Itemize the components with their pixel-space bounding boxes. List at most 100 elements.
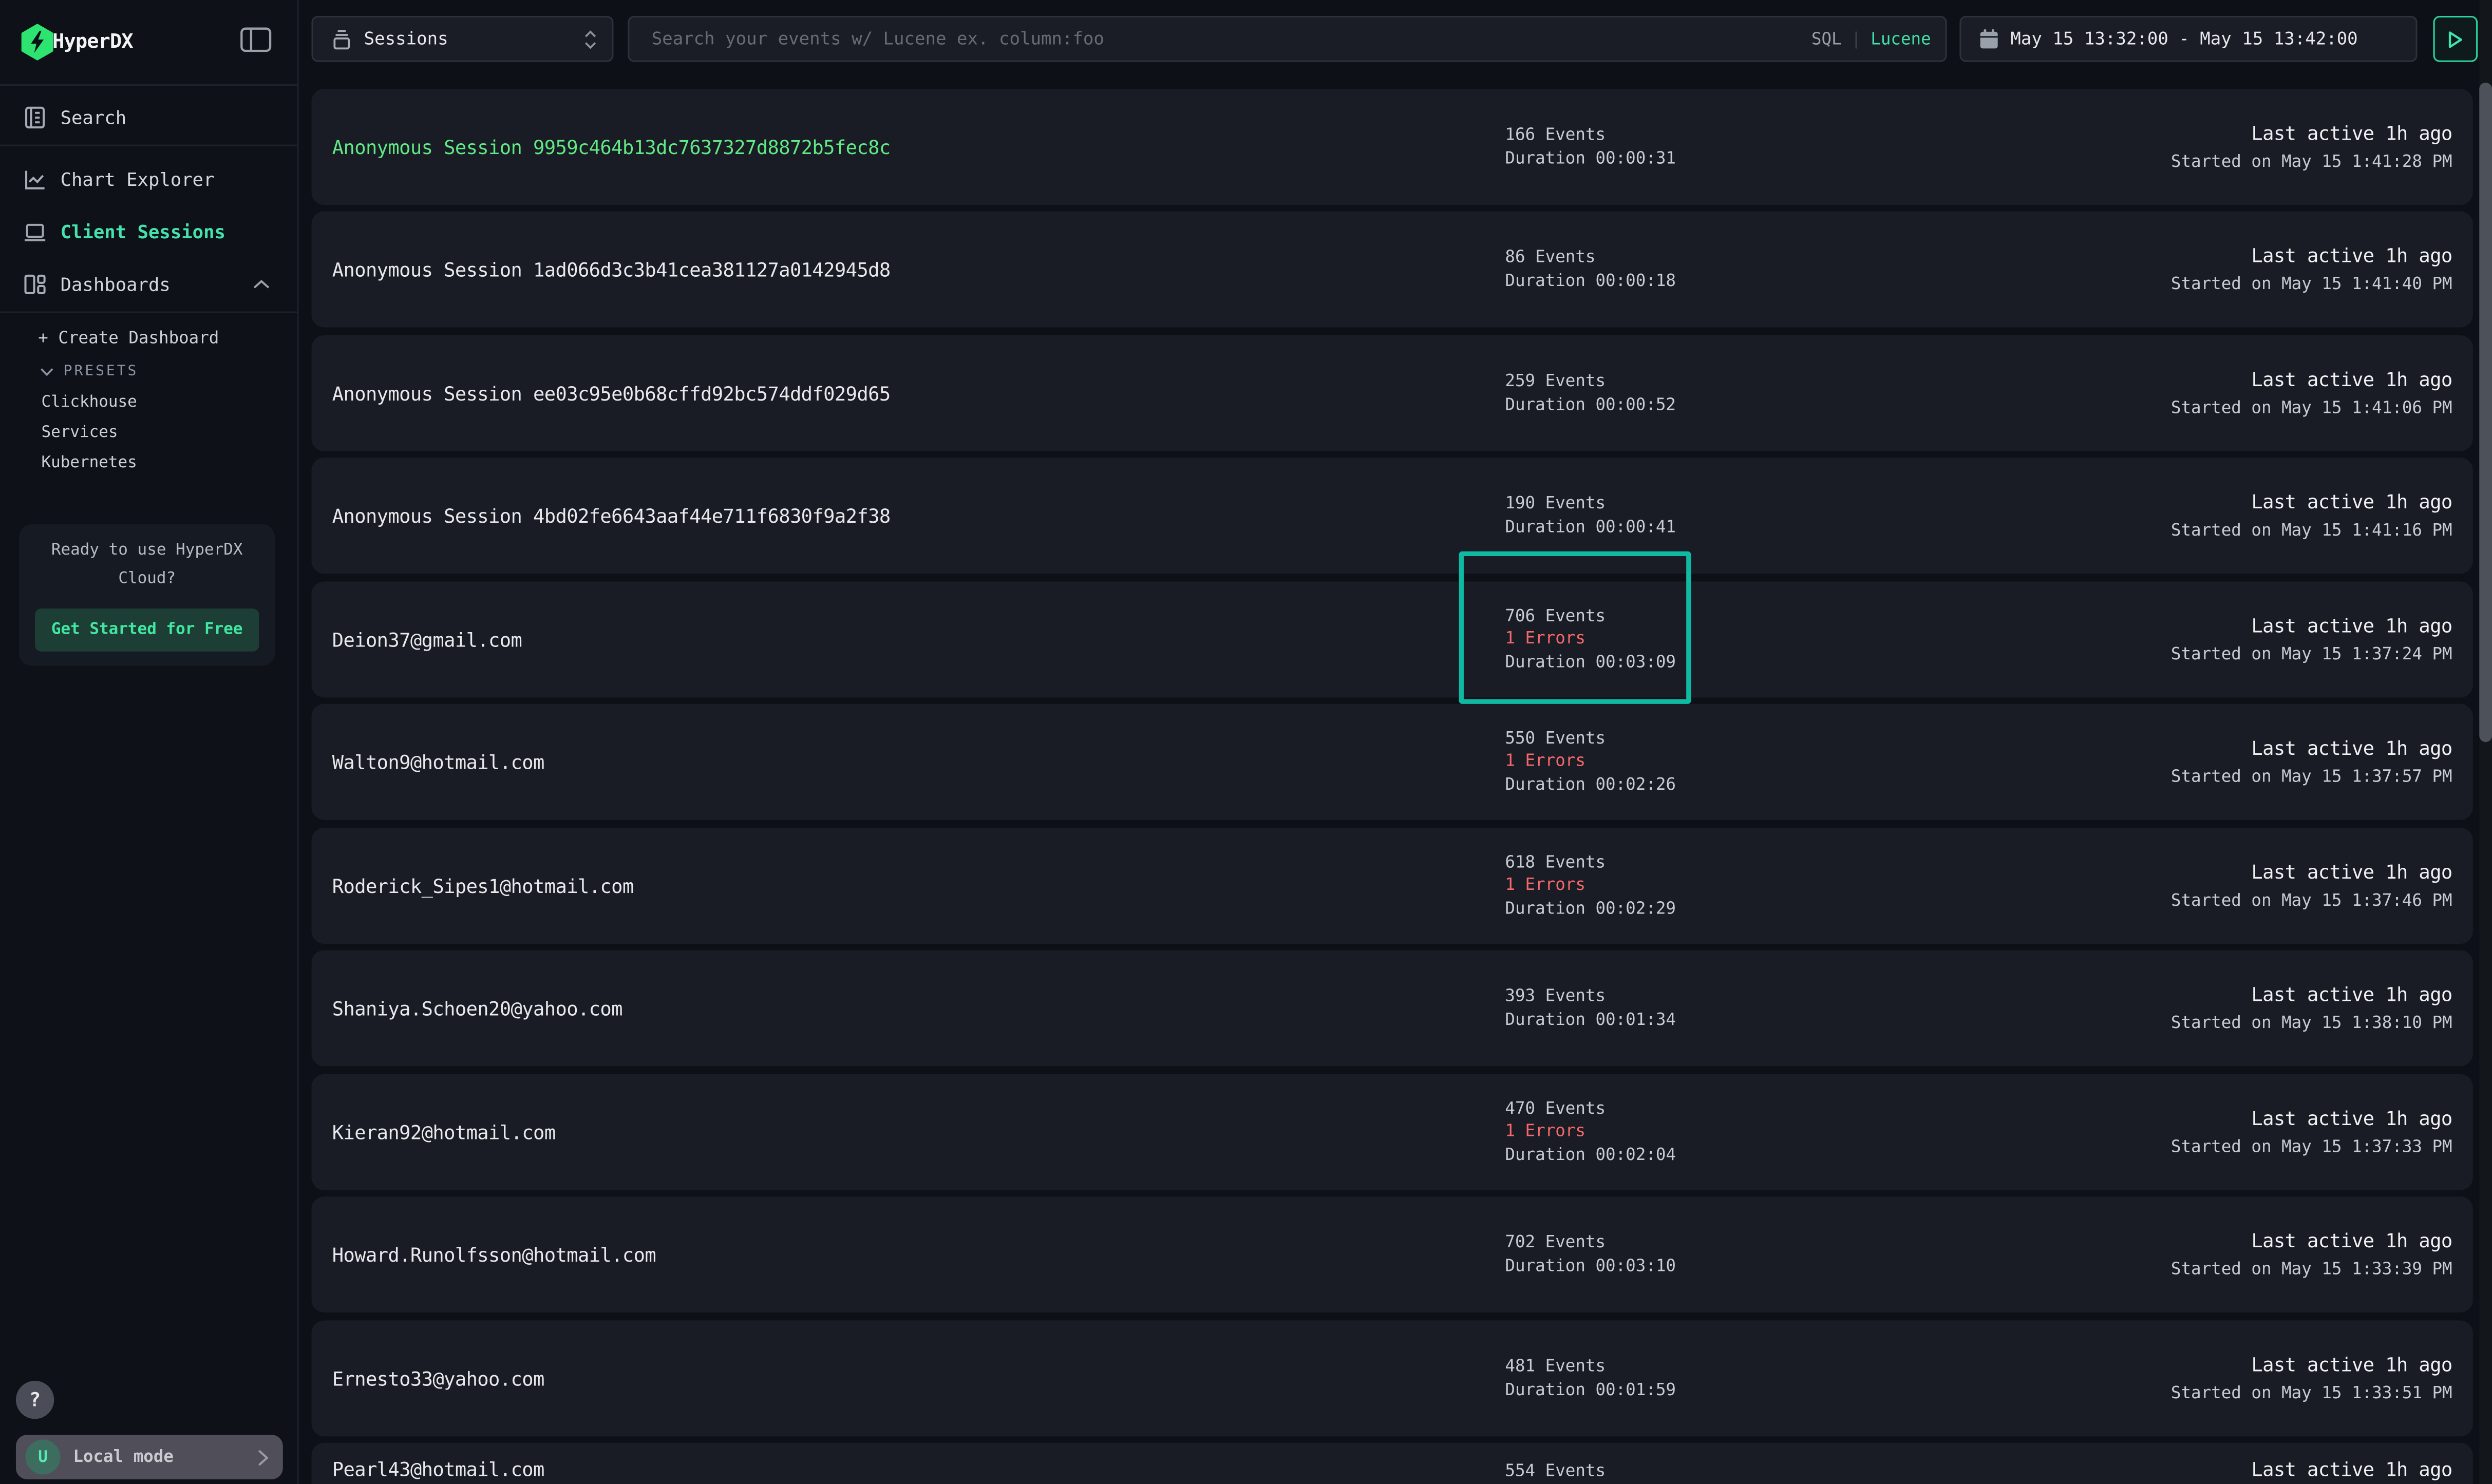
- lucene-toggle[interactable]: Lucene: [1871, 29, 1931, 48]
- chevron-up-icon[interactable]: [253, 278, 270, 290]
- cloud-promo-card: Ready to use HyperDX Cloud? Get Started …: [19, 524, 275, 665]
- session-row[interactable]: Kieran92@hotmail.com 470 Events 1 Errors…: [312, 1074, 2473, 1190]
- session-started: Started on May 15 1:33:39 PM: [2171, 1260, 2452, 1281]
- session-duration: Duration 00:00:52: [1505, 393, 1676, 416]
- session-errors-count: 1 Errors: [1505, 750, 1676, 773]
- sql-toggle[interactable]: SQL: [1811, 29, 1842, 48]
- session-started: Started on May 15 1:41:28 PM: [2171, 153, 2452, 173]
- toggle-separator: |: [1851, 29, 1861, 48]
- session-last-active: Last active 1h ago: [2251, 367, 2452, 393]
- session-row[interactable]: Anonymous Session 9959c464b13dc7637327d8…: [312, 89, 2473, 205]
- divider: [0, 312, 297, 313]
- session-times: Last active 1h ago Started on May 15 1:4…: [2171, 335, 2452, 451]
- preset-kubernetes[interactable]: Kubernetes: [41, 454, 137, 472]
- session-stats: 554 Events: [1505, 1443, 1606, 1484]
- session-row[interactable]: Shaniya.Schoen20@yahoo.com 393 Events Du…: [312, 950, 2473, 1066]
- session-row[interactable]: Pearl43@hotmail.com 554 Events Last acti…: [312, 1443, 2473, 1484]
- presets-label: PRESETS: [64, 364, 139, 380]
- session-events-count: 166 Events: [1505, 124, 1676, 147]
- local-mode-label: Local mode: [73, 1435, 174, 1479]
- session-name: Pearl43@hotmail.com: [332, 1443, 544, 1484]
- sidebar-item-dashboards[interactable]: Dashboards: [0, 257, 296, 310]
- session-name: Anonymous Session 4bd02fe6643aaf44e711f6…: [332, 458, 891, 574]
- session-last-active: Last active 1h ago: [2251, 1457, 2452, 1483]
- app-title: HyperDX: [52, 29, 133, 52]
- user-avatar: U: [26, 1440, 61, 1475]
- session-events-count: 470 Events: [1505, 1097, 1676, 1120]
- session-started: Started on May 15 1:37:57 PM: [2171, 768, 2452, 788]
- session-last-active: Last active 1h ago: [2251, 1352, 2452, 1378]
- session-events-count: 481 Events: [1505, 1356, 1676, 1379]
- get-started-button[interactable]: Get Started for Free: [35, 608, 259, 652]
- session-stats: 470 Events 1 Errors Duration 00:02:04: [1505, 1074, 1676, 1190]
- search-input[interactable]: [629, 17, 1945, 61]
- session-events-count: 702 Events: [1505, 1231, 1676, 1254]
- session-errors-count: 1 Errors: [1505, 1120, 1676, 1144]
- session-times: Last active 1h ago Started on May 15 1:3…: [2171, 828, 2452, 944]
- session-row[interactable]: Deion37@gmail.com 706 Events 1 Errors Du…: [312, 582, 2473, 698]
- sidebar-collapse-icon[interactable]: [240, 27, 275, 56]
- session-times: Last active 1h ago Started on May 15 1:3…: [2171, 1320, 2452, 1436]
- session-last-active: Last active 1h ago: [2251, 1228, 2452, 1254]
- session-name: Roderick_Sipes1@hotmail.com: [332, 828, 634, 944]
- line-chart-icon: [22, 166, 48, 192]
- session-errors-count: 1 Errors: [1505, 874, 1676, 898]
- session-times: Last active 1h ago Started on May 15 1:4…: [2171, 212, 2452, 328]
- scrollbar-thumb[interactable]: [2479, 83, 2492, 742]
- sidebar-item-client-sessions[interactable]: Client Sessions: [0, 205, 296, 257]
- session-duration: Duration 00:00:18: [1505, 270, 1676, 293]
- chevron-down-icon: [40, 367, 54, 377]
- session-row[interactable]: Walton9@hotmail.com 550 Events 1 Errors …: [312, 704, 2473, 820]
- local-mode-menu[interactable]: U Local mode: [16, 1435, 283, 1479]
- sidebar-item-label: Client Sessions: [61, 220, 225, 242]
- sidebar-item-search[interactable]: Search: [0, 90, 296, 143]
- source-select[interactable]: Sessions: [312, 16, 614, 62]
- preset-clickhouse[interactable]: Clickhouse: [41, 394, 137, 411]
- run-query-button[interactable]: [2433, 16, 2478, 62]
- database-icon: [331, 29, 353, 51]
- session-row[interactable]: Anonymous Session 4bd02fe6643aaf44e711f6…: [312, 458, 2473, 574]
- create-dashboard-button[interactable]: + Create Dashboard: [38, 329, 219, 348]
- session-stats: 393 Events Duration 00:01:34: [1505, 950, 1676, 1066]
- sidebar-item-label: Chart Explorer: [61, 167, 215, 189]
- session-stats: 481 Events Duration 00:01:59: [1505, 1320, 1676, 1436]
- session-events-count: 618 Events: [1505, 851, 1676, 874]
- sidebar-item-chart-explorer[interactable]: Chart Explorer: [0, 153, 296, 205]
- session-last-active: Last active 1h ago: [2251, 489, 2452, 515]
- session-name: Anonymous Session 1ad066d3c3b41cea381127…: [332, 212, 891, 328]
- session-row[interactable]: Roderick_Sipes1@hotmail.com 618 Events 1…: [312, 828, 2473, 944]
- session-stats: 618 Events 1 Errors Duration 00:02:29: [1505, 828, 1676, 944]
- session-name: Walton9@hotmail.com: [332, 704, 544, 820]
- source-select-value: Sessions: [364, 17, 448, 61]
- session-times: Last active 1h ago Started on May 15 1:3…: [2171, 950, 2452, 1066]
- session-stats: 190 Events Duration 00:00:41: [1505, 458, 1676, 574]
- preset-services[interactable]: Services: [41, 424, 118, 442]
- session-started: Started on May 15 1:37:33 PM: [2171, 1138, 2452, 1158]
- session-last-active: Last active 1h ago: [2251, 613, 2452, 639]
- time-range-value: May 15 13:32:00 - May 15 13:42:00: [2010, 17, 2357, 61]
- layout-grid-icon: [22, 271, 48, 297]
- session-times: Last active 1h ago Started on May 15 1:3…: [2171, 1074, 2452, 1190]
- session-events-count: 86 Events: [1505, 246, 1676, 270]
- session-row[interactable]: Howard.Runolfsson@hotmail.com 702 Events…: [312, 1196, 2473, 1312]
- time-range-picker[interactable]: May 15 13:32:00 - May 15 13:42:00: [1959, 16, 2417, 62]
- session-times: Last active 1h ago Started on May 15 1:3…: [2171, 582, 2452, 698]
- session-times: Last active 1h ago Started on May 15 1:3…: [2171, 1196, 2452, 1312]
- laptop-icon: [22, 218, 48, 244]
- session-stats: 259 Events Duration 00:00:52: [1505, 335, 1676, 451]
- session-last-active: Last active 1h ago: [2251, 736, 2452, 762]
- session-row[interactable]: Ernesto33@yahoo.com 481 Events Duration …: [312, 1320, 2473, 1436]
- divider: [0, 145, 297, 146]
- presets-toggle[interactable]: PRESETS: [40, 364, 138, 380]
- app-logo[interactable]: HyperDX: [0, 0, 297, 83]
- help-button[interactable]: ?: [16, 1381, 54, 1419]
- session-last-active: Last active 1h ago: [2251, 860, 2452, 885]
- session-row[interactable]: Anonymous Session ee03c95e0b68cffd92bc57…: [312, 335, 2473, 451]
- session-started: Started on May 15 1:41:16 PM: [2171, 521, 2452, 542]
- session-times: Last active 1h ago Started on May 15 1:4…: [2171, 458, 2452, 574]
- session-stats: 166 Events Duration 00:00:31: [1505, 89, 1676, 205]
- session-duration: Duration 00:02:04: [1505, 1144, 1676, 1167]
- session-row[interactable]: Anonymous Session 1ad066d3c3b41cea381127…: [312, 212, 2473, 328]
- session-duration: Duration 00:00:31: [1505, 147, 1676, 170]
- session-name: Ernesto33@yahoo.com: [332, 1320, 544, 1436]
